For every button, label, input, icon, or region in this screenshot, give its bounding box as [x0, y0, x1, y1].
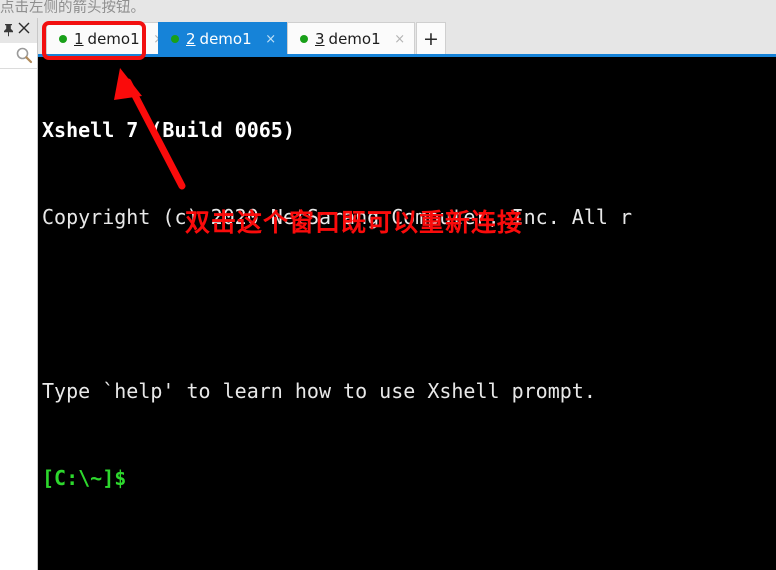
terminal-line-title: Xshell 7 (Build 0065): [42, 118, 295, 142]
terminal-line-blank-1: [42, 290, 776, 319]
tab-bar: 1 demo1 × 2 demo1 × 3 demo1 × +: [38, 18, 776, 56]
xshell-window: 点击左侧的箭头按钮。 1 demo1 2 demo1 × 3 demo1 × +…: [0, 0, 776, 570]
tab-status-dot-icon: [171, 35, 179, 43]
tab-close-icon[interactable]: ×: [393, 32, 407, 47]
left-panel-toolbar: [0, 18, 37, 43]
close-icon[interactable]: [16, 22, 32, 40]
tab-status-dot-icon: [59, 35, 67, 43]
tab-number: 2: [186, 30, 196, 48]
terminal-line-copyright: Copyright (c) 2020 NetSarang Computer, I…: [42, 205, 633, 229]
search-icon[interactable]: [15, 46, 33, 64]
new-tab-button[interactable]: +: [416, 22, 446, 55]
terminal-output[interactable]: Xshell 7 (Build 0065) Copyright (c) 2020…: [38, 57, 776, 570]
pin-icon[interactable]: [1, 22, 16, 40]
tab-number: 3: [315, 30, 325, 48]
tab-close-icon[interactable]: ×: [264, 32, 278, 47]
left-panel-search-row[interactable]: [0, 43, 37, 69]
terminal-line-help: Type `help' to learn how to use Xshell p…: [42, 379, 596, 403]
tab-3-demo1[interactable]: 3 demo1 ×: [287, 22, 415, 55]
terminal-line-blank-2: [42, 551, 776, 570]
tab-number: 1: [74, 30, 84, 48]
tab-label: demo1: [87, 30, 140, 48]
tab-status-dot-icon: [300, 35, 308, 43]
tab-label: demo1: [328, 30, 381, 48]
left-session-panel: [0, 18, 38, 570]
hint-strip: 点击左侧的箭头按钮。: [0, 0, 776, 18]
terminal-line-prompt: [C:\~]$: [42, 466, 127, 490]
tab-label: demo1: [199, 30, 252, 48]
hint-text: 点击左侧的箭头按钮。: [0, 0, 145, 16]
tab-2-demo1[interactable]: 2 demo1 ×: [158, 22, 287, 55]
